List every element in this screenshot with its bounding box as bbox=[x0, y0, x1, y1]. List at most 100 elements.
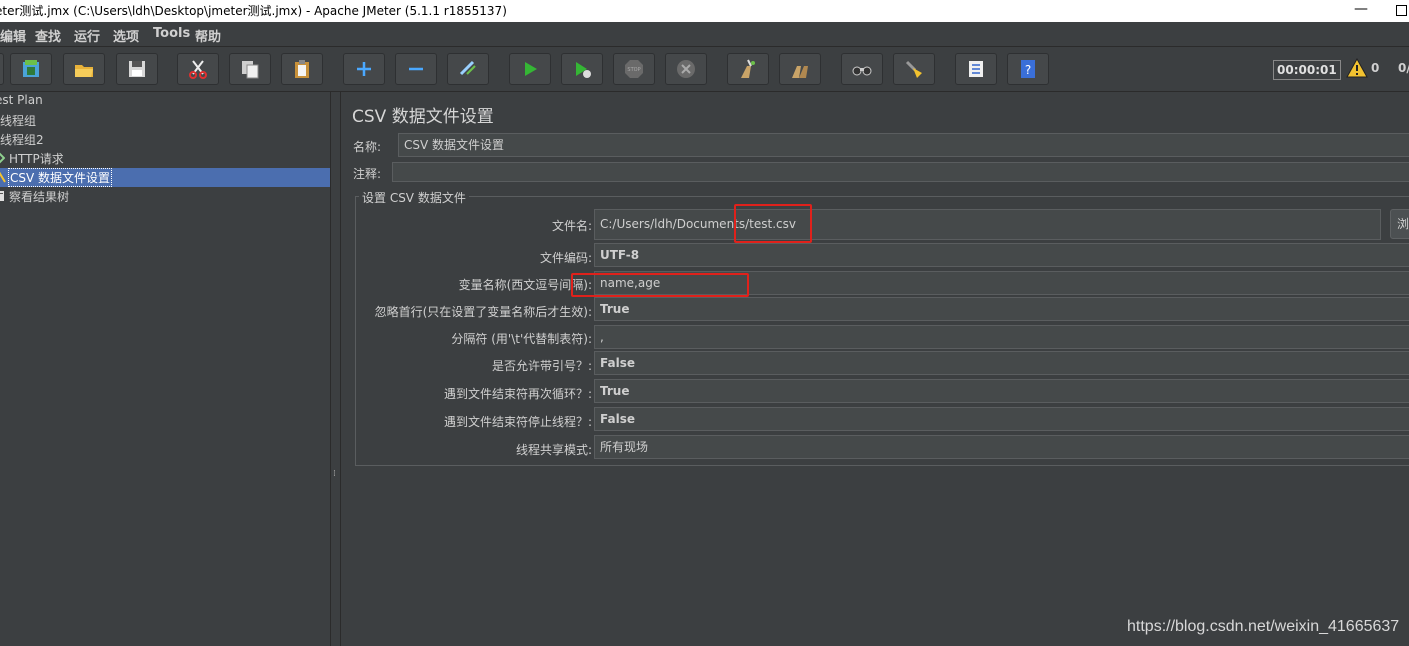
csv-config-panel: CSV 数据文件设置 名称: CSV 数据文件设置 注释: 设置 CSV 数据文… bbox=[341, 92, 1409, 646]
menu-bar: 编辑 查找 运行 选项 Tools 帮助 bbox=[0, 22, 1409, 47]
browse-button[interactable]: 浏览... bbox=[1390, 209, 1409, 239]
file-encoding-field[interactable]: UTF-8 bbox=[594, 243, 1409, 267]
tree-item-label: 线程组2 bbox=[0, 133, 44, 147]
tree-item-label: est Plan bbox=[0, 93, 43, 107]
clear-all-icon bbox=[792, 66, 808, 78]
function-helper-icon bbox=[969, 61, 983, 77]
collapse-all-button[interactable] bbox=[395, 53, 437, 85]
active-threads-count: 0/ bbox=[1398, 61, 1409, 75]
search-icon bbox=[852, 66, 872, 76]
expand-all-button[interactable] bbox=[343, 53, 385, 85]
stop-thread-on-eof-label: 遇到文件结束符停止线程？: bbox=[443, 415, 592, 429]
tree-item-label: CSV 数据文件设置 bbox=[7, 168, 113, 187]
stop-icon: STOP bbox=[625, 60, 643, 78]
cut-icon bbox=[189, 60, 207, 79]
tree-item-label: HTTP请求 bbox=[9, 152, 64, 166]
name-label: 名称: bbox=[353, 140, 382, 154]
tree-item-csv-data-set[interactable]: CSV 数据文件设置 bbox=[0, 168, 330, 187]
tree-item-thread-group[interactable]: 线程组 bbox=[0, 111, 330, 130]
menu-edit[interactable]: 编辑 bbox=[0, 26, 26, 45]
delimiter-field[interactable]: , bbox=[594, 325, 1409, 349]
new-button[interactable] bbox=[0, 53, 4, 85]
menu-options[interactable]: 选项 bbox=[113, 26, 139, 45]
recycle-on-eof-field[interactable]: True bbox=[594, 379, 1409, 403]
toolbar: STOP ? 00:00:01 0 0/ bbox=[0, 47, 1409, 92]
templates-button[interactable] bbox=[10, 53, 52, 85]
name-field[interactable]: CSV 数据文件设置 bbox=[398, 133, 1409, 157]
http-sampler-icon bbox=[0, 152, 5, 164]
start-button[interactable] bbox=[509, 53, 551, 85]
tree-item-label: 察看结果树 bbox=[9, 190, 70, 204]
maximize-button[interactable] bbox=[1396, 5, 1407, 16]
highlight-box bbox=[734, 204, 812, 243]
open-icon bbox=[75, 65, 93, 77]
help-icon: ? bbox=[1021, 60, 1035, 78]
page-title: CSV 数据文件设置 bbox=[352, 107, 494, 127]
csv-config-icon bbox=[0, 171, 6, 183]
ignore-first-line-label: 忽略首行(只在设置了变量名称后才生效): bbox=[374, 305, 592, 319]
copy-button[interactable] bbox=[229, 53, 271, 85]
listener-icon bbox=[0, 191, 4, 201]
warning-icon[interactable] bbox=[1346, 58, 1368, 78]
sharing-mode-field[interactable]: 所有现场 bbox=[594, 435, 1409, 459]
toggle-button[interactable] bbox=[447, 53, 489, 85]
shutdown-icon bbox=[677, 60, 695, 78]
highlight-box bbox=[571, 273, 749, 297]
open-button[interactable] bbox=[63, 53, 105, 85]
tree-item-label: 线程组 bbox=[0, 114, 37, 128]
stop-thread-on-eof-field[interactable]: False bbox=[594, 407, 1409, 431]
clear-icon bbox=[741, 59, 755, 78]
cut-button[interactable] bbox=[177, 53, 219, 85]
recycle-on-eof-label: 遇到文件结束符再次循环？: bbox=[443, 387, 592, 401]
start-no-pause-button[interactable] bbox=[561, 53, 603, 85]
start-no-pause-icon bbox=[576, 62, 591, 78]
comment-field[interactable] bbox=[392, 162, 1409, 182]
filename-field[interactable]: C:/Users/ldh/Documents/test.csv bbox=[594, 209, 1381, 240]
clear-button[interactable] bbox=[727, 53, 769, 85]
save-button[interactable] bbox=[116, 53, 158, 85]
toggle-icon bbox=[459, 60, 476, 76]
sharing-mode-label: 线程共享模式: bbox=[515, 443, 592, 457]
menu-search[interactable]: 查找 bbox=[35, 26, 61, 45]
tree-item-view-results-tree[interactable]: 察看结果树 bbox=[0, 187, 330, 206]
function-helper-button[interactable] bbox=[955, 53, 997, 85]
divider-grip-icon: ⁞ bbox=[333, 469, 336, 479]
svg-text:STOP: STOP bbox=[627, 67, 640, 73]
window-title: eter测试.jmx (C:\Users\ldh\Desktop\jmeter测… bbox=[0, 4, 507, 18]
allow-quoted-field[interactable]: False bbox=[594, 351, 1409, 375]
group-title: 设置 CSV 数据文件 bbox=[359, 189, 469, 206]
watermark: https://blog.csdn.net/weixin_41665637 bbox=[1127, 618, 1400, 635]
template-icon bbox=[23, 60, 39, 77]
tree-item-test-plan[interactable]: est Plan bbox=[0, 92, 330, 111]
shutdown-button[interactable] bbox=[665, 53, 707, 85]
stop-button[interactable]: STOP bbox=[613, 53, 655, 85]
collapse-icon bbox=[409, 67, 423, 71]
save-icon bbox=[129, 61, 145, 77]
copy-icon bbox=[242, 61, 259, 79]
delimiter-label: 分隔符 (用'\t'代替制表符): bbox=[451, 332, 592, 346]
split-divider[interactable]: ⁞ bbox=[331, 92, 341, 646]
reset-search-icon bbox=[905, 60, 922, 78]
paste-button[interactable] bbox=[281, 53, 323, 85]
comment-label: 注释: bbox=[353, 167, 382, 181]
menu-help[interactable]: 帮助 bbox=[195, 26, 221, 45]
file-encoding-label: 文件编码: bbox=[539, 251, 592, 265]
menu-run[interactable]: 运行 bbox=[74, 26, 100, 45]
tree-item-http-request[interactable]: HTTP请求 bbox=[0, 149, 330, 168]
search-button[interactable] bbox=[841, 53, 883, 85]
allow-quoted-label: 是否允许带引号？: bbox=[491, 359, 592, 373]
warning-count: 0 bbox=[1371, 61, 1380, 75]
paste-icon bbox=[295, 60, 309, 78]
reset-search-button[interactable] bbox=[893, 53, 935, 85]
start-icon bbox=[525, 62, 537, 76]
minimize-button[interactable]: — bbox=[1354, 1, 1368, 17]
expand-icon bbox=[357, 62, 371, 76]
tree-item-thread-group-2[interactable]: 线程组2 bbox=[0, 130, 330, 149]
menu-tools[interactable]: Tools bbox=[153, 26, 190, 41]
help-button[interactable]: ? bbox=[1007, 53, 1049, 85]
clear-all-button[interactable] bbox=[779, 53, 821, 85]
filename-label: 文件名: bbox=[551, 219, 592, 233]
ignore-first-line-field[interactable]: True bbox=[594, 297, 1409, 321]
svg-text:?: ? bbox=[1025, 63, 1031, 77]
window-titlebar: eter测试.jmx (C:\Users\ldh\Desktop\jmeter测… bbox=[0, 0, 1409, 22]
